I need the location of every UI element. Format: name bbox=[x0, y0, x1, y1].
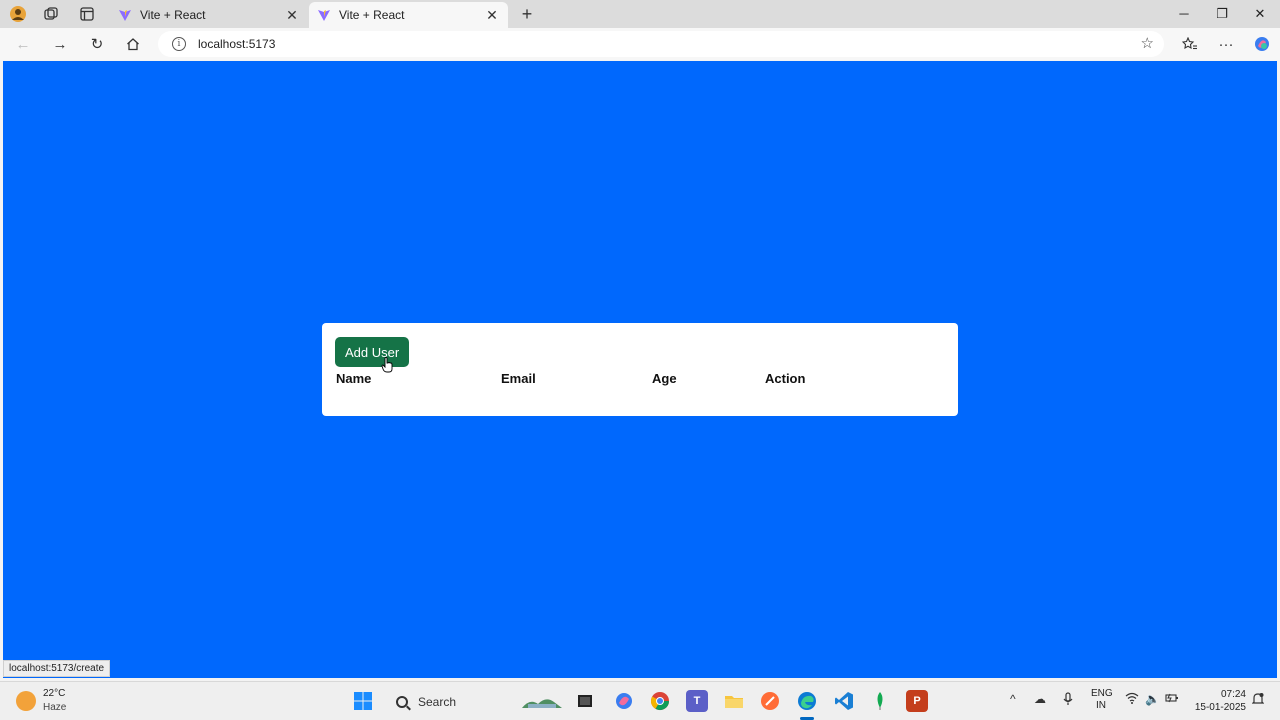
clock-date: 15-01-2025 bbox=[1194, 702, 1246, 713]
back-icon[interactable]: ← bbox=[11, 33, 35, 55]
chevron-up-icon[interactable]: ^ bbox=[1010, 692, 1016, 706]
wifi-icon[interactable] bbox=[1125, 692, 1139, 707]
url-text: localhost:5173 bbox=[198, 37, 276, 51]
add-user-button[interactable]: Add User bbox=[335, 337, 410, 367]
windows-start-icon[interactable] bbox=[352, 690, 374, 712]
new-tab-button[interactable]: + bbox=[516, 4, 538, 25]
users-card: Add User Name Email Age Action bbox=[322, 323, 958, 416]
info-icon[interactable]: i bbox=[172, 37, 186, 51]
search-highlight-icon bbox=[522, 699, 562, 708]
search-label: Search bbox=[418, 695, 457, 709]
column-header-name: Name bbox=[336, 371, 372, 386]
workspaces-icon[interactable] bbox=[40, 4, 62, 24]
browser-toolbar: ← → ↻ i localhost:5173 ☆ ··· bbox=[0, 28, 1280, 60]
powerpoint-icon[interactable]: P bbox=[906, 690, 928, 712]
close-icon[interactable]: ✕ bbox=[284, 7, 300, 24]
system-clock[interactable]: 07:24 15-01-2025 bbox=[1190, 688, 1246, 714]
cloud-icon[interactable]: ☁ bbox=[1034, 692, 1046, 706]
postman-icon[interactable] bbox=[759, 690, 781, 712]
volume-icon[interactable]: 🔈 bbox=[1145, 692, 1160, 706]
table-header-row: Name Email Age Action bbox=[336, 371, 936, 389]
home-icon[interactable] bbox=[121, 33, 145, 55]
language-code: ENG bbox=[1091, 688, 1113, 699]
file-explorer-icon[interactable] bbox=[723, 690, 745, 712]
forward-icon[interactable]: → bbox=[48, 33, 72, 55]
restore-button[interactable]: ❐ bbox=[1207, 4, 1237, 24]
windows-taskbar: 22°C Haze Search T P ^ ☁ ENG IN 🔈 07:24 … bbox=[0, 681, 1280, 720]
close-icon[interactable]: ✕ bbox=[484, 7, 500, 24]
weather-haze-icon[interactable] bbox=[16, 691, 36, 711]
taskbar-search[interactable]: Search bbox=[390, 690, 568, 714]
tab-title: Vite + React bbox=[140, 8, 206, 22]
status-bar-url: localhost:5173/create bbox=[3, 660, 111, 677]
mic-icon[interactable] bbox=[1063, 692, 1073, 709]
more-icon[interactable]: ··· bbox=[1214, 33, 1238, 55]
task-view-icon[interactable] bbox=[574, 690, 596, 712]
battery-icon[interactable] bbox=[1165, 692, 1179, 707]
copilot-app-icon[interactable] bbox=[613, 690, 635, 712]
chrome-icon[interactable] bbox=[649, 690, 671, 712]
language-indicator[interactable]: ENG IN bbox=[1091, 688, 1113, 712]
vite-favicon bbox=[119, 10, 131, 21]
clock-time: 07:24 bbox=[1220, 689, 1246, 700]
favorite-star-icon[interactable]: ☆ bbox=[1141, 34, 1154, 52]
weather-description: Haze bbox=[43, 702, 67, 713]
tab-vite-react-1[interactable]: Vite + React ✕ bbox=[110, 2, 308, 28]
page-viewport: Add User Name Email Age Action bbox=[3, 61, 1277, 678]
refresh-icon[interactable]: ↻ bbox=[85, 33, 109, 55]
mongodb-icon[interactable] bbox=[869, 690, 891, 712]
notification-icon[interactable] bbox=[1251, 692, 1265, 709]
vscode-icon[interactable] bbox=[833, 690, 855, 712]
tab-actions-icon[interactable] bbox=[76, 4, 98, 24]
browser-profile-icon[interactable] bbox=[7, 4, 29, 24]
column-header-action: Action bbox=[765, 371, 806, 386]
tab-vite-react-2[interactable]: Vite + React ✕ bbox=[309, 2, 508, 28]
copilot-icon[interactable] bbox=[1250, 33, 1274, 55]
column-header-email: Email bbox=[501, 371, 536, 386]
address-bar[interactable]: i localhost:5173 ☆ bbox=[158, 31, 1164, 57]
browser-tab-strip: Vite + React ✕ Vite + React ✕ + ─ ❐ ✕ bbox=[0, 0, 1280, 28]
column-header-age: Age bbox=[652, 371, 677, 386]
hand-pointer-cursor-icon bbox=[381, 357, 393, 373]
favorites-icon[interactable] bbox=[1178, 33, 1202, 55]
weather-temperature: 22°C bbox=[43, 688, 66, 699]
edge-icon[interactable] bbox=[796, 690, 818, 712]
region-code: IN bbox=[1096, 700, 1106, 711]
vite-favicon bbox=[318, 10, 330, 21]
teams-icon[interactable]: T bbox=[686, 690, 708, 712]
tab-title: Vite + React bbox=[339, 8, 405, 22]
window-close-button[interactable]: ✕ bbox=[1245, 4, 1275, 24]
search-icon bbox=[396, 696, 408, 708]
minimize-button[interactable]: ─ bbox=[1169, 4, 1199, 24]
